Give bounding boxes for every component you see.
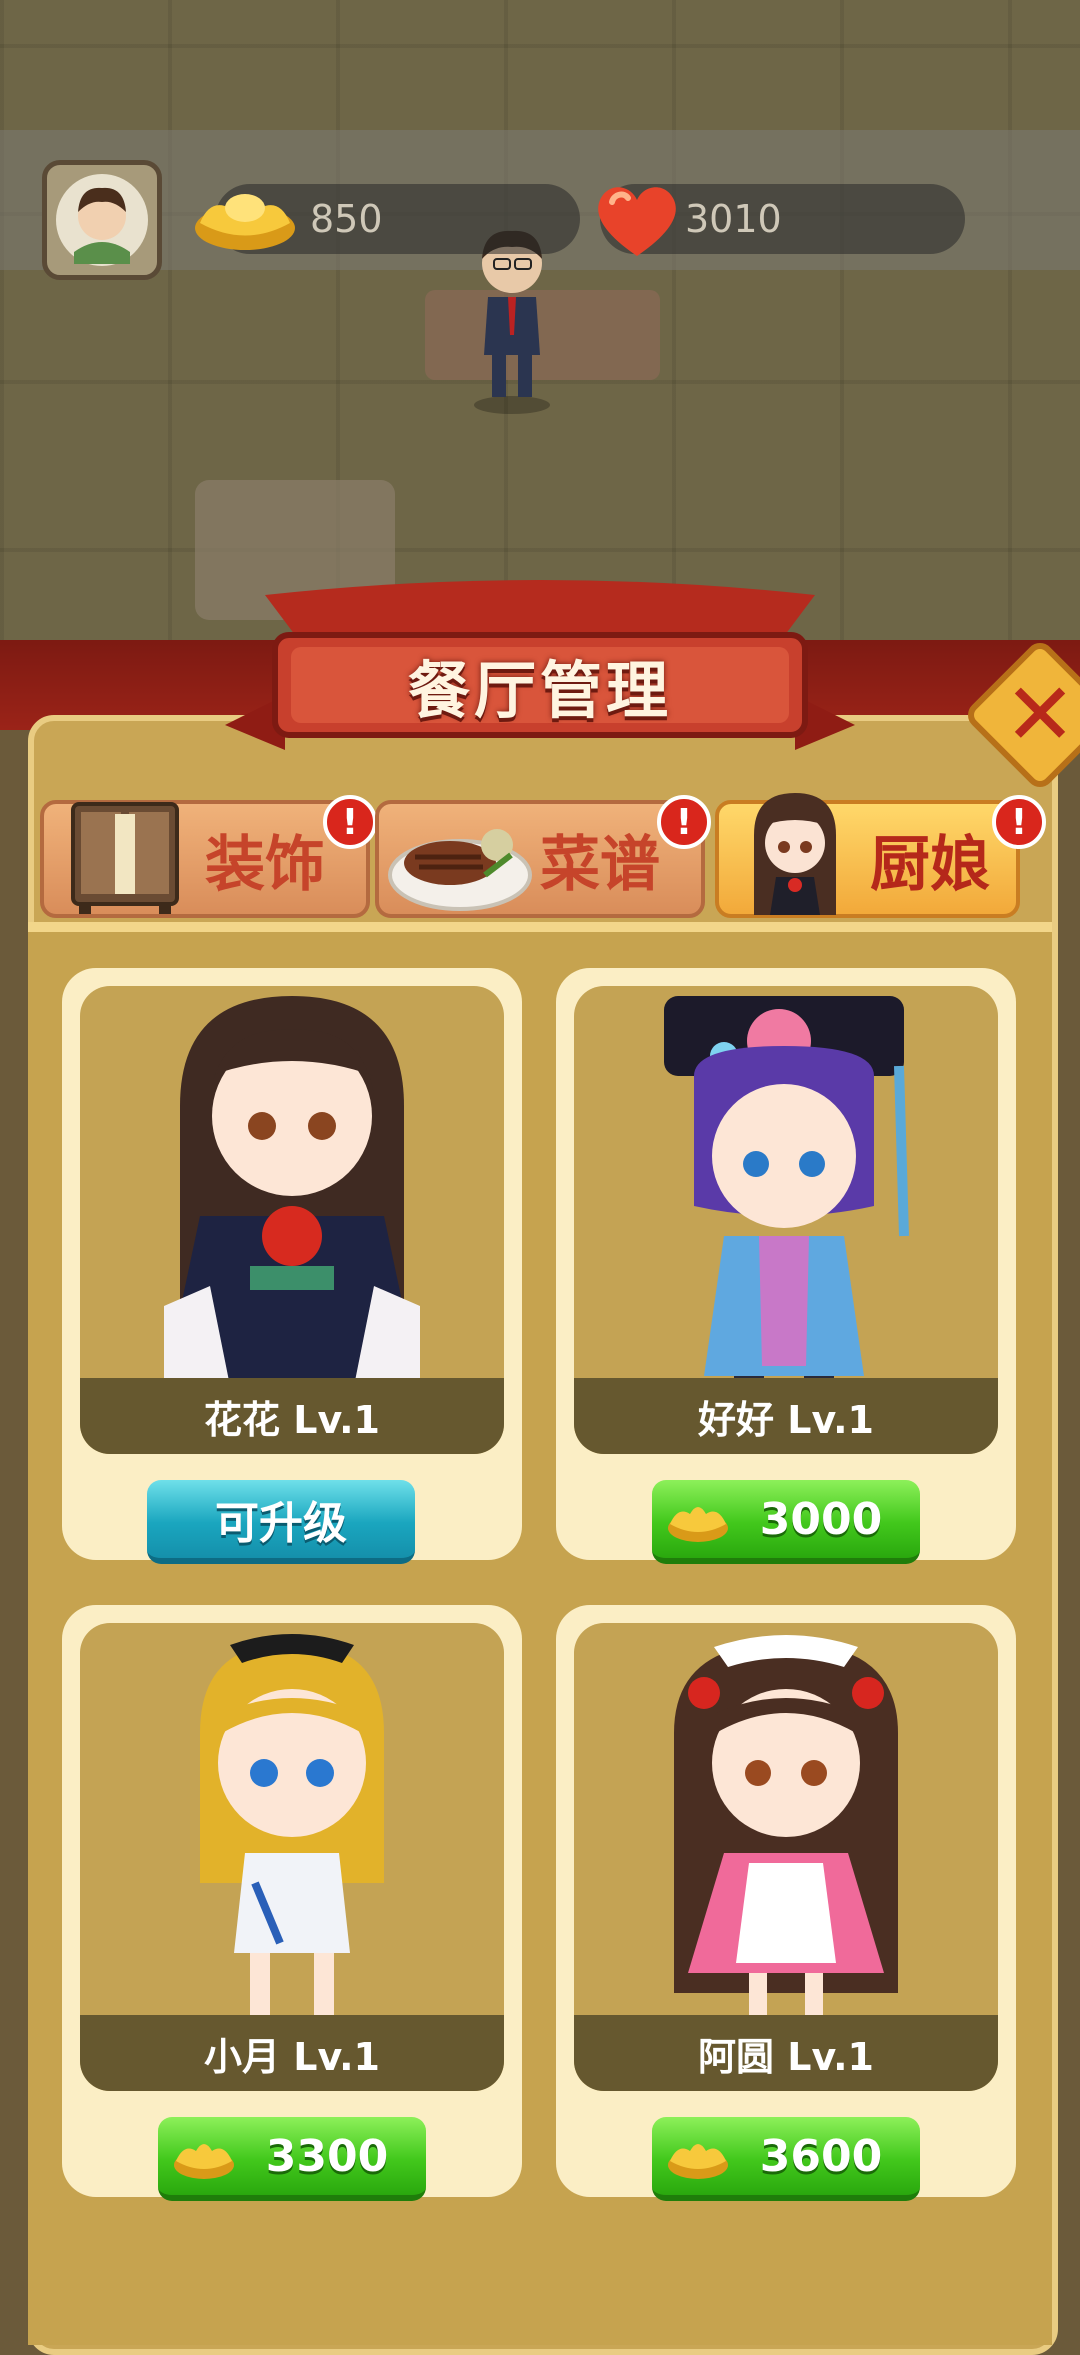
chef-name-xiaoyue: 小月 Lv.1 xyxy=(80,2015,504,2091)
chef-card-ayuan[interactable]: 阿圆 Lv.1 3600 xyxy=(556,1605,1016,2201)
tab-decoration-label[interactable]: 装饰 xyxy=(205,800,325,918)
close-icon[interactable]: ✕ xyxy=(985,660,1080,770)
panel-title: 餐厅管理 xyxy=(407,654,672,727)
chef-card-haohao[interactable]: 好好 Lv.1 3000 xyxy=(556,968,1016,1564)
gold-ingot-icon xyxy=(668,2144,728,2179)
wardrobe-icon xyxy=(71,802,179,914)
chef-card-huahua[interactable]: 花花 Lv.1 可升级 xyxy=(62,968,522,1564)
tab-recipes-label[interactable]: 菜谱 xyxy=(540,800,660,918)
tab-recipes-badge: ! xyxy=(657,795,711,849)
price-ayuan: 3600 xyxy=(759,2130,883,2182)
upgrade-button-huahua[interactable]: 可升级 xyxy=(147,1480,415,1564)
player-avatar[interactable] xyxy=(42,160,162,280)
gold-ingot-icon xyxy=(668,1507,728,1542)
buy-button-ayuan[interactable]: 3600 xyxy=(652,2117,920,2201)
gold-ingot-icon xyxy=(174,2144,234,2179)
gold-ingot-icon xyxy=(195,194,295,250)
roast-dish-icon xyxy=(388,829,532,911)
tab-divider xyxy=(28,922,1052,932)
chef-name-ayuan: 阿圆 Lv.1 xyxy=(574,2015,998,2091)
buy-button-xiaoyue[interactable]: 3300 xyxy=(158,2117,426,2201)
tab-chefs-badge: ! xyxy=(992,795,1046,849)
chef-name-haohao: 好好 Lv.1 xyxy=(574,1378,998,1454)
price-xiaoyue: 3300 xyxy=(265,2130,389,2182)
gold-amount: 850 xyxy=(310,197,383,241)
chef-name-huahua: 花花 Lv.1 xyxy=(80,1378,504,1454)
buy-button-haohao[interactable]: 3000 xyxy=(652,1480,920,1564)
tab-chefs-label[interactable]: 厨娘 xyxy=(870,800,990,918)
heart-icon xyxy=(598,187,676,256)
price-haohao: 3000 xyxy=(759,1493,883,1545)
tab-decoration-badge: ! xyxy=(323,795,377,849)
chef-girl-icon xyxy=(754,793,836,915)
chef-avatar-icon xyxy=(56,174,148,266)
heart-amount: 3010 xyxy=(685,197,782,241)
chef-card-xiaoyue[interactable]: 小月 Lv.1 3300 xyxy=(62,1605,522,2201)
